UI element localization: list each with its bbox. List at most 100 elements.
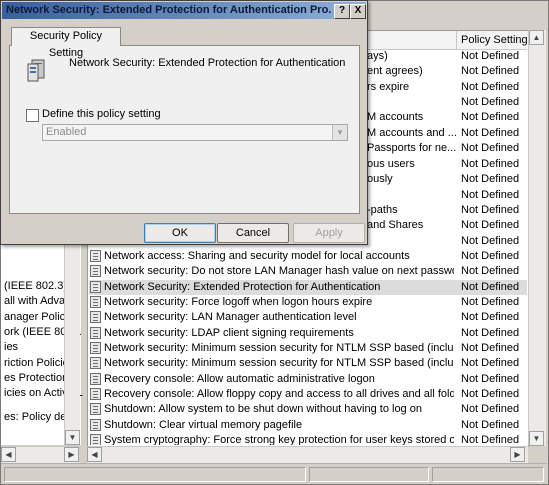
row-value: Not Defined [461,142,520,154]
row-value: Not Defined [461,127,520,139]
policy-icon [90,281,101,293]
select-value: Enabled [46,126,87,138]
policy-value: Not Defined [461,342,520,354]
chevron-down-icon[interactable]: ▼ [332,125,347,140]
row-name-fragment[interactable]: ays) [367,49,388,64]
policy-name: Recovery console: Allow floppy copy and … [104,388,454,400]
policy-row-selected[interactable]: Network Security: Extended Protection fo… [89,280,527,295]
policy-icon [90,327,101,339]
policy-icon [90,311,101,323]
scroll-left-icon[interactable]: ◀ [1,447,16,462]
status-bar [1,463,547,484]
policy-icon [90,357,101,369]
policy-value: Not Defined [461,250,520,262]
policy-value: Not Defined [461,311,520,323]
tree-horizontal-scrollbar[interactable]: ◀ ▶ [1,446,79,463]
scroll-down-icon[interactable]: ▼ [529,431,544,446]
policy-row[interactable]: Network security: Do not store LAN Manag… [89,264,527,279]
policy-name: Network security: Minimum session securi… [104,342,454,354]
results-vertical-scrollbar[interactable]: ▲ ▼ [528,30,546,446]
policy-name: Shutdown: Clear virtual memory pagefile [104,419,303,431]
status-cell [4,467,306,482]
policy-icon [90,296,101,308]
policy-row[interactable]: System cryptography: Force strong key pr… [89,433,527,445]
row-name-fragment[interactable]: ous users [367,157,415,172]
policy-row[interactable]: Recovery console: Allow floppy copy and … [89,387,527,402]
policy-value: Not Defined [461,403,520,415]
scroll-right-icon[interactable]: ▶ [64,447,79,462]
row-value: Not Defined [461,219,520,231]
row-name-fragment[interactable]: M accounts [367,110,423,125]
server-policy-icon [27,59,45,82]
dialog-title-bar[interactable]: Network Security: Extended Protection fo… [2,2,366,19]
policy-name: Network security: LAN Manager authentica… [104,311,357,323]
row-value: Not Defined [461,65,520,77]
policy-row[interactable]: Network access: Sharing and security mod… [89,249,527,264]
policy-name: Network Security: Extended Protection fo… [104,281,381,293]
status-cell [309,467,429,482]
policy-title: Network Security: Extended Protection fo… [69,57,346,69]
row-value: Not Defined [461,96,520,108]
policy-icon [90,434,101,445]
policy-row[interactable]: Shutdown: Clear virtual memory pagefile … [89,418,527,433]
policy-value: Not Defined [461,296,520,308]
status-cell [432,467,544,482]
scroll-right-icon[interactable]: ▶ [510,447,525,462]
cancel-button[interactable]: Cancel [217,223,289,243]
scroll-up-icon[interactable]: ▲ [529,30,544,45]
row-name-fragment[interactable]: rs expire [367,80,409,95]
dialog-title: Network Security: Extended Protection fo… [6,4,332,16]
policy-value: Not Defined [461,419,520,431]
policy-row[interactable]: Shutdown: Allow system to be shut down w… [89,402,527,417]
policy-name: Recovery console: Allow automatic admini… [104,373,375,385]
policy-row[interactable]: Network security: Force logoff when logo… [89,295,527,310]
policy-value: Not Defined [461,281,520,293]
close-button[interactable]: X [350,4,366,19]
row-name-fragment[interactable]: M accounts and ... [367,126,457,141]
tree-item[interactable]: es Protection [4,371,68,386]
policy-icon [90,265,101,277]
column-header-policy-setting[interactable]: Policy Setting [456,31,528,49]
policy-value: Not Defined [461,388,520,400]
policy-row[interactable]: Network security: Minimum session securi… [89,356,527,371]
row-value: Not Defined [461,50,520,62]
policy-value: Not Defined [461,434,520,445]
apply-button[interactable]: Apply [293,223,365,243]
row-name-fragment[interactable]: ent agrees) [367,64,423,79]
policy-properties-dialog: Network Security: Extended Protection fo… [0,0,368,245]
row-value: Not Defined [461,81,520,93]
policy-icon [90,250,101,262]
row-name-fragment[interactable]: Passports for ne... [367,141,456,156]
row-value: Not Defined [461,111,520,123]
row-name-fragment[interactable]: ously [367,172,393,187]
policy-row[interactable]: Network security: LAN Manager authentica… [89,310,527,325]
policy-icon [90,388,101,400]
tree-item[interactable]: es: Policy defi [4,410,72,425]
scroll-down-icon[interactable]: ▼ [65,430,80,445]
policy-icon [90,373,101,385]
define-policy-label[interactable]: Define this policy setting [42,108,161,121]
ok-button[interactable]: OK [144,223,216,243]
row-value: Not Defined [461,189,520,201]
scroll-left-icon[interactable]: ◀ [87,447,102,462]
policy-row[interactable]: Recovery console: Allow automatic admini… [89,372,527,387]
define-policy-checkbox[interactable] [26,109,39,122]
policy-row[interactable]: Network security: LDAP client signing re… [89,326,527,341]
row-value: Not Defined [461,173,520,185]
tab-security-policy-setting[interactable]: Security Policy Setting [11,27,121,59]
policy-name: Network security: Force logoff when logo… [104,296,373,308]
tree-item[interactable]: ies [4,340,18,355]
policy-name: Network access: Sharing and security mod… [104,250,410,262]
policy-icon [90,419,101,431]
row-name-fragment[interactable]: and Shares [367,218,423,233]
help-button[interactable]: ? [334,4,350,19]
row-value: Not Defined [461,235,520,247]
policy-name: Network security: Do not store LAN Manag… [104,265,454,277]
policy-value: Not Defined [461,373,520,385]
row-name-fragment[interactable]: -paths [367,203,398,218]
results-horizontal-scrollbar[interactable]: ◀ ▶ [87,446,528,463]
policy-value: Not Defined [461,265,520,277]
policy-row[interactable]: Network security: Minimum session securi… [89,341,527,356]
policy-icon [90,342,101,354]
policy-value-select[interactable]: Enabled ▼ [42,124,348,141]
